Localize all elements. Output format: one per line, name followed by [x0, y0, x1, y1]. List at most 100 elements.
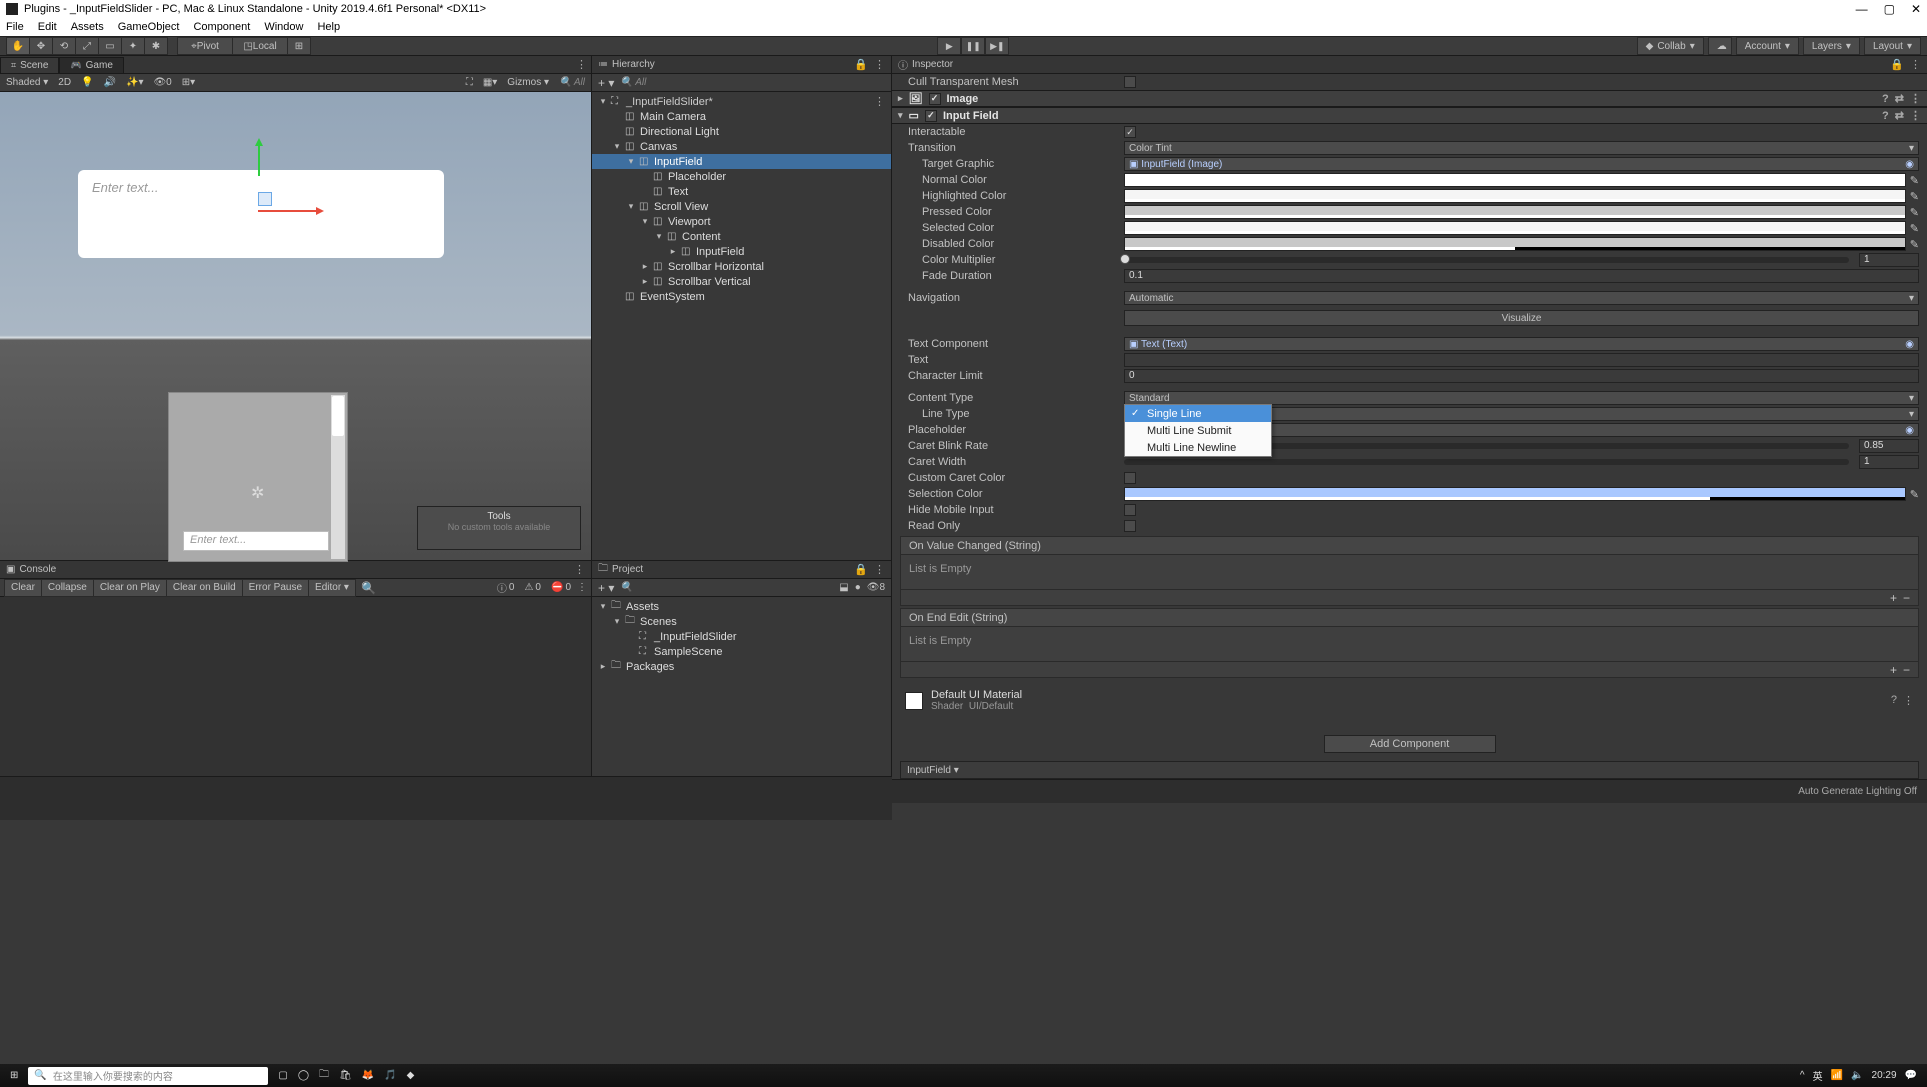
hierarchy-item[interactable]: ▾◫Viewport: [592, 214, 891, 229]
extras-toggle[interactable]: ⊞▾: [182, 77, 195, 88]
menu-icon[interactable]: ⋮: [1903, 694, 1914, 707]
hierarchy-item[interactable]: ▾⛶_InputFieldSlider*⋮: [592, 94, 891, 109]
pressed-color-swatch[interactable]: [1124, 205, 1906, 219]
asset-bar[interactable]: InputField ▾: [900, 761, 1919, 779]
color-mult-value[interactable]: 1: [1859, 253, 1919, 267]
minimize-button[interactable]: —: [1856, 2, 1868, 16]
scene-viewport[interactable]: Enter text... ✲ Enter text... Tools No c…: [0, 92, 591, 560]
network-icon[interactable]: 📶: [1831, 1070, 1843, 1081]
fx-toggle[interactable]: ✨▾: [126, 77, 143, 88]
volume-icon[interactable]: 🔈: [1851, 1070, 1863, 1081]
transition-dropdown[interactable]: Color Tint▾: [1124, 141, 1919, 155]
menu-edit[interactable]: Edit: [38, 21, 57, 33]
collab-dropdown[interactable]: ◆ Collab ▾: [1637, 37, 1704, 55]
char-limit-field[interactable]: 0: [1124, 369, 1919, 383]
caret-width-slider[interactable]: [1124, 459, 1849, 465]
evt-remove-button[interactable]: −: [1903, 663, 1910, 677]
move-tool-button[interactable]: ✥: [29, 37, 53, 55]
account-dropdown[interactable]: Account ▾: [1736, 37, 1799, 55]
close-button[interactable]: ✕: [1911, 2, 1921, 16]
hierarchy-item[interactable]: ▸◫Scrollbar Horizontal: [592, 259, 891, 274]
hierarchy-item[interactable]: ▾◫InputField: [592, 154, 891, 169]
console-clearplay[interactable]: Clear on Play: [93, 579, 167, 597]
rotate-tool-button[interactable]: ⟲: [52, 37, 76, 55]
eyedropper-icon[interactable]: ✎: [1910, 190, 1919, 203]
help-icon[interactable]: ?: [1891, 694, 1897, 707]
line-type-option-multinewline[interactable]: Multi Line Newline: [1125, 439, 1271, 456]
preset-icon[interactable]: ⇄: [1895, 109, 1904, 122]
project-item[interactable]: ⛶_InputFieldSlider: [592, 629, 891, 644]
filter-icon[interactable]: ⬓: [839, 582, 848, 593]
eyedropper-icon[interactable]: ✎: [1910, 206, 1919, 219]
layout-dropdown[interactable]: Layout ▾: [1864, 37, 1921, 55]
panel-menu-icon[interactable]: ⋮: [874, 563, 885, 576]
lighting-toggle[interactable]: 💡: [81, 77, 93, 88]
cloud-button[interactable]: ☁: [1708, 37, 1732, 55]
firefox-icon[interactable]: 🦊: [362, 1070, 374, 1081]
hierarchy-item[interactable]: ◫Main Camera: [592, 109, 891, 124]
line-type-option-multisubmit[interactable]: Multi Line Submit: [1125, 422, 1271, 439]
hierarchy-item[interactable]: ▾◫Content: [592, 229, 891, 244]
line-type-option-single[interactable]: Single Line: [1125, 405, 1271, 422]
project-item[interactable]: ▾🗀Assets: [592, 599, 891, 614]
hierarchy-item[interactable]: ◫Placeholder: [592, 169, 891, 184]
hierarchy-item[interactable]: ◫Directional Light: [592, 124, 891, 139]
tab-game[interactable]: 🎮Game: [59, 57, 123, 73]
eyedropper-icon[interactable]: ✎: [1910, 488, 1919, 501]
filter-type-icon[interactable]: ●: [855, 582, 861, 593]
navigation-dropdown[interactable]: Automatic▾: [1124, 291, 1919, 305]
hand-tool-button[interactable]: ✋: [6, 37, 30, 55]
menu-icon[interactable]: ⋮: [1910, 109, 1921, 122]
help-icon[interactable]: ?: [1882, 93, 1889, 105]
readonly-checkbox[interactable]: [1124, 520, 1136, 532]
tray-chevron-icon[interactable]: ^: [1800, 1070, 1805, 1081]
search-all[interactable]: 🔍 All: [559, 77, 585, 88]
project-item[interactable]: ▾🗀Scenes: [592, 614, 891, 629]
clock[interactable]: 20:29: [1872, 1070, 1897, 1081]
lock-icon[interactable]: 🔒: [854, 563, 868, 576]
help-icon[interactable]: ?: [1882, 110, 1889, 122]
pivot-toggle[interactable]: ⌖ Pivot: [177, 37, 233, 55]
gizmos-dropdown[interactable]: Gizmos ▾: [507, 77, 549, 88]
tab-context-icon[interactable]: ⋮: [576, 58, 587, 71]
console-clearbuild[interactable]: Clear on Build: [166, 579, 243, 597]
add-component-button[interactable]: Add Component: [1324, 735, 1496, 753]
text-field[interactable]: [1124, 353, 1919, 367]
play-button[interactable]: ▶: [937, 37, 961, 55]
visualize-button[interactable]: Visualize: [1124, 310, 1919, 326]
eyedropper-icon[interactable]: ✎: [1910, 174, 1919, 187]
explorer-icon[interactable]: 🗀: [319, 1067, 329, 1084]
console-errorpause[interactable]: Error Pause: [242, 579, 309, 597]
caret-width-value[interactable]: 1: [1859, 455, 1919, 469]
content-type-dropdown[interactable]: Standard▾: [1124, 391, 1919, 405]
evt-add-button[interactable]: +: [1890, 663, 1897, 677]
cam-dropdown[interactable]: ▦▾: [483, 77, 497, 88]
eyedropper-icon[interactable]: ✎: [1910, 222, 1919, 235]
menu-component[interactable]: Component: [193, 21, 250, 33]
hierarchy-search[interactable]: 🔍 All: [620, 77, 885, 88]
ime-icon[interactable]: 英: [1813, 1068, 1823, 1083]
os-search[interactable]: 🔍 在这里输入你要搜索的内容: [28, 1067, 268, 1085]
console-search[interactable]: 🔍: [355, 579, 382, 597]
maximize-button[interactable]: ▢: [1884, 2, 1895, 16]
info-count[interactable]: ⓘ0: [493, 580, 519, 595]
draw2d-toggle[interactable]: 2D: [58, 77, 71, 88]
text-comp-field[interactable]: ▣ Text (Text)◉: [1124, 337, 1919, 351]
shading-dropdown[interactable]: Shaded ▾: [6, 77, 48, 88]
selected-color-swatch[interactable]: [1124, 221, 1906, 235]
hide-mobile-checkbox[interactable]: [1124, 504, 1136, 516]
target-graphic-field[interactable]: ▣ InputField (Image)◉: [1124, 157, 1919, 171]
eyedropper-icon[interactable]: ✎: [1910, 238, 1919, 251]
hierarchy-item[interactable]: ◫Text: [592, 184, 891, 199]
layers-dropdown[interactable]: Layers ▾: [1803, 37, 1860, 55]
project-item[interactable]: ▸🗀Packages: [592, 659, 891, 674]
scale-tool-button[interactable]: ⤢: [75, 37, 99, 55]
hidden-count[interactable]: 👁8: [867, 582, 885, 593]
console-editor[interactable]: Editor ▾: [308, 579, 356, 597]
color-mult-slider[interactable]: [1124, 257, 1849, 263]
panel-menu-icon[interactable]: ⋮: [577, 582, 587, 593]
menu-window[interactable]: Window: [264, 21, 303, 33]
console-collapse[interactable]: Collapse: [41, 579, 94, 597]
snap-button[interactable]: ⊞: [287, 37, 311, 55]
normal-color-swatch[interactable]: [1124, 173, 1906, 187]
